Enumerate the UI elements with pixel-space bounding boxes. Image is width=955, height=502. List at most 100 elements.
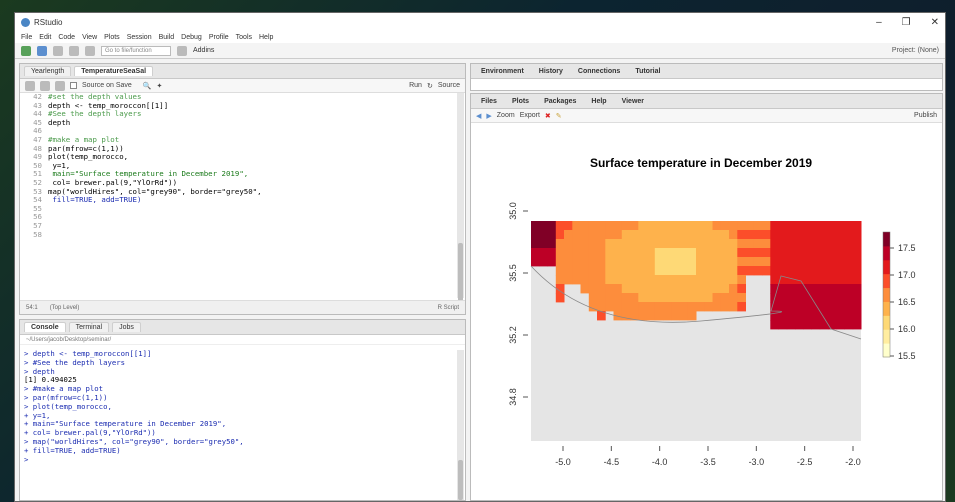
addins-menu[interactable]: Addins bbox=[193, 47, 214, 54]
tab-jobs[interactable]: Jobs bbox=[112, 322, 141, 332]
minimize-button[interactable]: – bbox=[876, 17, 882, 28]
editor-scrollbar[interactable] bbox=[457, 93, 464, 303]
tab-connections[interactable]: Connections bbox=[572, 67, 626, 76]
raster-cell bbox=[852, 293, 862, 303]
console-tabs: Console Terminal Jobs bbox=[20, 320, 465, 335]
menu-profile[interactable]: Profile bbox=[209, 34, 229, 41]
new-project-icon[interactable] bbox=[37, 45, 47, 56]
raster-cell bbox=[663, 257, 672, 267]
raster-cell bbox=[696, 257, 705, 267]
menu-help[interactable]: Help bbox=[259, 34, 273, 41]
raster-cell bbox=[638, 311, 647, 321]
code-editor[interactable]: 42 #set the depth values 43 depth <- temp_… bbox=[20, 93, 455, 298]
menu-view[interactable]: View bbox=[82, 34, 97, 41]
project-menu[interactable]: Project: (None) bbox=[892, 47, 939, 54]
raster-cell bbox=[547, 239, 557, 249]
wand-icon[interactable]: ✦ bbox=[157, 82, 163, 90]
menu-plots[interactable]: Plots bbox=[104, 34, 120, 41]
raster-cell bbox=[630, 266, 639, 276]
raster-cell bbox=[555, 275, 565, 285]
raster-cell bbox=[836, 257, 845, 267]
goto-file-input[interactable]: Go to file/function bbox=[101, 45, 171, 56]
raster-cell bbox=[572, 266, 581, 276]
source-button[interactable]: Source bbox=[438, 82, 460, 89]
scope-indicator[interactable]: (Top Level) bbox=[50, 305, 80, 311]
export-button[interactable]: Export bbox=[520, 112, 540, 119]
forward-arrow-icon[interactable] bbox=[40, 80, 50, 91]
save-icon[interactable] bbox=[69, 45, 79, 56]
tab-environment[interactable]: Environment bbox=[475, 67, 530, 76]
back-arrow-icon[interactable] bbox=[25, 80, 35, 91]
menu-edit[interactable]: Edit bbox=[39, 34, 51, 41]
tab-yearlength[interactable]: Yearlength bbox=[24, 66, 72, 76]
remove-plot-icon[interactable]: ✖ bbox=[545, 112, 551, 120]
menu-debug[interactable]: Debug bbox=[181, 34, 202, 41]
new-file-icon[interactable] bbox=[21, 45, 31, 56]
raster-cell bbox=[795, 320, 804, 330]
raster-cell bbox=[836, 230, 845, 240]
broom-icon[interactable]: ✎ bbox=[556, 112, 562, 120]
menu-session[interactable]: Session bbox=[127, 34, 152, 41]
raster-cell bbox=[828, 284, 837, 294]
console-output[interactable]: > depth <- temp_moroccon[[1]] > #See the… bbox=[20, 350, 457, 500]
raster-cell bbox=[819, 284, 829, 294]
raster-cell bbox=[588, 248, 598, 258]
console-scroll-thumb[interactable] bbox=[458, 460, 463, 500]
raster-cell bbox=[811, 221, 821, 231]
tab-packages[interactable]: Packages bbox=[538, 97, 582, 106]
editor-toolbar: Source on Save 🔍 ✦ Run ↻ Source bbox=[20, 79, 465, 93]
tab-plots[interactable]: Plots bbox=[506, 97, 535, 106]
publish-button[interactable]: Publish bbox=[914, 112, 937, 119]
raster-cell bbox=[531, 221, 540, 231]
tab-temperature-script[interactable]: TemperatureSeaSal bbox=[74, 66, 154, 76]
menu-tools[interactable]: Tools bbox=[236, 34, 252, 41]
raster-cell bbox=[737, 302, 746, 312]
raster-cell bbox=[531, 257, 540, 267]
save-script-icon[interactable] bbox=[55, 80, 65, 91]
tab-files[interactable]: Files bbox=[475, 97, 503, 106]
maximize-button[interactable]: ❐ bbox=[902, 17, 911, 28]
search-icon[interactable]: 🔍 bbox=[143, 82, 152, 90]
raster-cell bbox=[663, 230, 672, 240]
raster-cell bbox=[852, 266, 862, 276]
print-icon[interactable] bbox=[85, 45, 95, 56]
menu-build[interactable]: Build bbox=[159, 34, 175, 41]
file-type-indicator[interactable]: R Script bbox=[438, 305, 459, 311]
tab-history[interactable]: History bbox=[533, 67, 569, 76]
open-file-icon[interactable] bbox=[53, 45, 63, 56]
rerun-icon[interactable]: ↻ bbox=[427, 82, 433, 90]
raster-cell bbox=[630, 230, 639, 240]
tab-help[interactable]: Help bbox=[585, 97, 612, 106]
back-arrow-icon[interactable]: ◀ bbox=[476, 112, 481, 120]
raster-cell bbox=[638, 221, 647, 231]
tab-console[interactable]: Console bbox=[24, 322, 66, 332]
close-button[interactable]: ✕ bbox=[931, 17, 939, 28]
tab-terminal[interactable]: Terminal bbox=[68, 322, 110, 332]
raster-cell bbox=[828, 248, 837, 258]
raster-cell bbox=[704, 239, 713, 249]
tab-viewer[interactable]: Viewer bbox=[616, 97, 650, 106]
raster-cell bbox=[828, 239, 837, 249]
legend-swatch bbox=[883, 343, 890, 358]
console-scrollbar[interactable] bbox=[457, 350, 464, 500]
raster-cell bbox=[819, 266, 829, 276]
grid-icon[interactable] bbox=[177, 45, 187, 56]
tab-tutorial[interactable]: Tutorial bbox=[629, 67, 666, 76]
raster-cell bbox=[654, 266, 664, 276]
x-tick-label: -3.0 bbox=[749, 457, 765, 467]
run-button[interactable]: Run bbox=[409, 82, 422, 89]
raster-cell bbox=[605, 230, 614, 240]
raster-cell bbox=[786, 284, 796, 294]
menu-code[interactable]: Code bbox=[58, 34, 75, 41]
console-prompt[interactable]: > bbox=[24, 455, 457, 465]
editor-scroll-thumb[interactable] bbox=[458, 243, 463, 303]
zoom-button[interactable]: Zoom bbox=[497, 112, 515, 119]
raster-cell bbox=[762, 221, 771, 231]
raster-cell bbox=[663, 239, 672, 249]
raster-cell bbox=[638, 302, 647, 312]
raster-cell bbox=[605, 284, 614, 294]
raster-cell bbox=[588, 221, 598, 231]
menu-file[interactable]: File bbox=[21, 34, 32, 41]
source-on-save-checkbox[interactable] bbox=[70, 82, 77, 89]
forward-arrow-icon[interactable]: ▶ bbox=[486, 112, 491, 120]
